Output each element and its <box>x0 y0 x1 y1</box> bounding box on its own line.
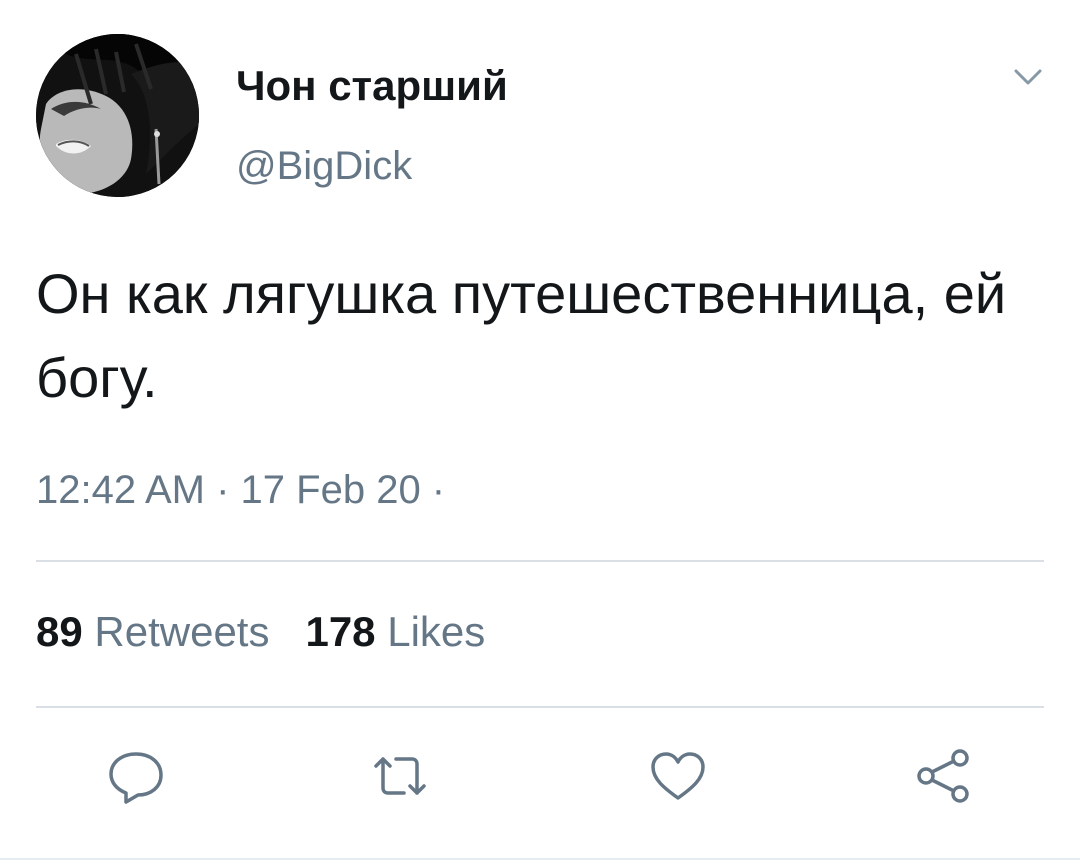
like-button[interactable] <box>646 744 710 808</box>
heart-icon <box>651 752 705 800</box>
display-name[interactable]: Чон старший <box>236 62 508 110</box>
reply-icon <box>109 752 163 804</box>
retweets-label: Retweets <box>94 608 270 655</box>
tweet-timestamp[interactable]: 12:42 AM · 17 Feb 20 · <box>36 468 445 513</box>
likes-count: 178 <box>305 608 376 655</box>
share-button[interactable] <box>912 744 976 808</box>
retweets-count: 89 <box>36 608 83 655</box>
avatar[interactable] <box>36 34 199 197</box>
likes-label: Likes <box>387 608 486 655</box>
divider <box>36 706 1044 708</box>
user-handle[interactable]: @BigDick <box>236 144 412 189</box>
share-icon <box>917 749 969 803</box>
reply-button[interactable] <box>104 744 168 808</box>
retweet-icon <box>374 757 426 795</box>
tweet-stats: 89 Retweets 178 Likes <box>36 608 485 656</box>
tweet-card: Чон старший @BigDick Он как лягушка путе… <box>0 0 1080 868</box>
retweets-stat[interactable]: 89 Retweets <box>36 608 269 655</box>
avatar-photo <box>36 34 199 197</box>
divider <box>36 560 1044 562</box>
tweet-text: Он как лягушка путешественница, ей богу. <box>36 262 1007 409</box>
bottom-border <box>0 858 1080 860</box>
chevron-down-icon[interactable] <box>1010 62 1046 92</box>
likes-stat[interactable]: 178 Likes <box>305 608 485 655</box>
retweet-button[interactable] <box>368 744 432 808</box>
